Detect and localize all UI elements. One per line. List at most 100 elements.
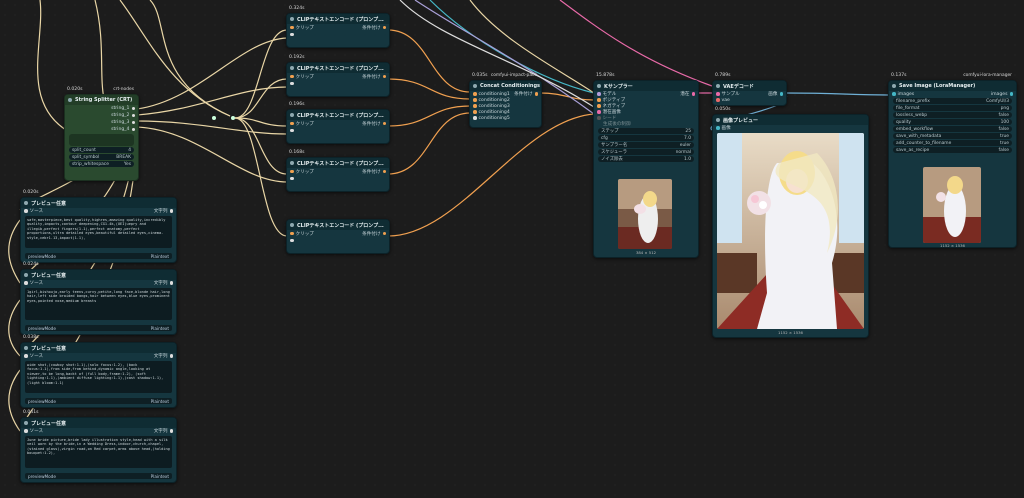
input-socket[interactable] <box>473 98 477 102</box>
output-socket[interactable] <box>131 113 135 118</box>
node-title[interactable]: Kサンプラー <box>594 81 698 91</box>
preview-mode-widget[interactable]: previewMode Plaintext <box>25 325 172 331</box>
preview-text[interactable]: wide shot,(cowboy shot:1.1),(solo focus:… <box>25 361 172 393</box>
input-socket[interactable] <box>290 238 294 243</box>
output-socket[interactable] <box>779 92 783 96</box>
output-socket[interactable] <box>691 92 695 96</box>
save-with-metadata-widget[interactable]: save_with_metadata true <box>893 133 1012 139</box>
input-socket[interactable] <box>290 121 294 126</box>
input-socket[interactable] <box>473 110 477 114</box>
output-socket[interactable] <box>131 106 135 111</box>
node-title[interactable]: CLIPテキストエンコード (プロンプ... <box>287 63 389 73</box>
denoise-widget[interactable]: ノイズ除去 1.0 <box>598 156 694 162</box>
output-socket[interactable] <box>169 429 173 433</box>
preview-text[interactable]: safe,masterpiece,best quality,highres,am… <box>25 216 172 248</box>
node-title[interactable]: VAEデコード <box>713 81 786 91</box>
clip-text-encode-node[interactable]: CLIPテキストエンコード (プロンプ... クリップ 条件付け <box>286 219 390 254</box>
input-socket[interactable] <box>892 92 896 96</box>
filename-prefix-widget[interactable]: filename_prefix ComfyUI/3 <box>893 98 1012 104</box>
output-socket[interactable] <box>382 121 386 126</box>
concat-conditionings-node[interactable]: 0.035s comfyui-impact-pack Concat Condit… <box>469 73 542 128</box>
clip-text-encode-node[interactable]: 0.168s CLIPテキストエンコード (プロンプ... クリップ 条件付け <box>286 150 390 192</box>
node-title[interactable]: プレビュー任意 <box>21 343 176 353</box>
preview-mode-widget[interactable]: previewMode Plaintext <box>25 398 172 404</box>
node-title[interactable]: プレビュー任意 <box>21 418 176 428</box>
input-socket[interactable] <box>24 209 28 213</box>
node-title[interactable]: String Splitter (CRT) <box>65 95 138 105</box>
add-counter-widget[interactable]: add_counter_to_filename true <box>893 140 1012 146</box>
preview-text[interactable]: June bride picture,bride lady illustrati… <box>25 436 172 468</box>
node-title[interactable]: Save Image (LoraManager) <box>889 81 1016 91</box>
text-input-area[interactable] <box>69 134 134 146</box>
input-socket[interactable] <box>290 25 294 30</box>
input-socket[interactable] <box>290 231 294 236</box>
input-socket[interactable] <box>597 110 601 114</box>
node-title[interactable]: CLIPテキストエンコード (プロンプ... <box>287 158 389 168</box>
preview-any-node[interactable]: 0.024s プレビュー任意 ソース 文字列 1girl,bishoujo,ear… <box>20 262 177 335</box>
input-socket[interactable] <box>716 98 720 102</box>
output-socket[interactable] <box>382 231 386 236</box>
node-title[interactable]: Concat Conditionings <box>470 81 541 91</box>
strip-whitespace-widget[interactable]: strip_whitespace Yes <box>69 161 134 167</box>
save-as-recipe-widget[interactable]: save_as_recipe false <box>893 147 1012 153</box>
output-socket[interactable] <box>169 281 173 285</box>
clip-text-encode-node[interactable]: 0.196s CLIPテキストエンコード (プロンプ... クリップ 条件付け <box>286 102 390 144</box>
preview-image-node[interactable]: 0.050s 画像プレビュー 画像 1152 × 1536 <box>712 107 869 338</box>
input-socket[interactable] <box>716 126 720 130</box>
split-count-widget[interactable]: split_count 4 <box>69 147 134 153</box>
node-title[interactable]: プレビュー任意 <box>21 270 176 280</box>
input-socket[interactable] <box>24 281 28 285</box>
string-splitter-node[interactable]: 0.020s crt-nodes String Splitter (CRT) s… <box>64 87 139 181</box>
preview-mode-widget[interactable]: previewMode Plaintext <box>25 253 172 259</box>
input-socket[interactable] <box>597 104 601 108</box>
clip-text-encode-node[interactable]: 0.192s CLIPテキストエンコード (プロンプ... クリップ 条件付け <box>286 55 390 97</box>
input-socket[interactable] <box>290 32 294 37</box>
collapse-dot-icon[interactable] <box>68 98 72 102</box>
input-socket[interactable] <box>473 104 477 108</box>
node-title[interactable]: CLIPテキストエンコード (プロンプ... <box>287 14 389 24</box>
input-socket[interactable] <box>597 98 601 102</box>
steps-widget[interactable]: ステップ 25 <box>598 128 694 134</box>
input-socket[interactable] <box>473 92 477 96</box>
preview-mode-widget[interactable]: previewMode Plaintext <box>25 473 172 479</box>
input-socket[interactable] <box>290 74 294 79</box>
output-socket[interactable] <box>382 169 386 174</box>
node-title[interactable]: プレビュー任意 <box>21 198 176 208</box>
input-socket[interactable] <box>290 169 294 174</box>
preview-any-node[interactable]: 0.020s プレビュー任意 ソース 文字列 safe,masterpiece,b… <box>20 190 177 263</box>
lossless-webp-widget[interactable]: lossless_webp false <box>893 112 1012 118</box>
split-symbol-widget[interactable]: split_symbol BREAK <box>69 154 134 160</box>
preview-any-node[interactable]: 0.041s プレビュー任意 ソース 文字列 June bride picture… <box>20 410 177 483</box>
node-title[interactable]: CLIPテキストエンコード (プロンプ... <box>287 220 389 230</box>
output-socket[interactable] <box>169 209 173 213</box>
input-socket[interactable] <box>597 116 601 120</box>
node-title[interactable]: 画像プレビュー <box>713 115 868 125</box>
node-title[interactable]: CLIPテキストエンコード (プロンプ... <box>287 110 389 120</box>
scheduler-widget[interactable]: スケジューラ normal <box>598 149 694 155</box>
save-image-node[interactable]: 0.137s comfyui-lora-manager Save Image (… <box>888 73 1017 248</box>
input-socket[interactable] <box>473 116 477 120</box>
output-socket[interactable] <box>131 127 135 132</box>
quality-widget[interactable]: quality 100 <box>893 119 1012 125</box>
ksampler-node[interactable]: 15.878s Kサンプラー モデル 潜在 ポジティブ ネガティブ 潜在画像 シー… <box>593 73 699 258</box>
input-socket[interactable] <box>24 354 28 358</box>
output-socket[interactable] <box>131 120 135 125</box>
output-socket[interactable] <box>534 92 538 96</box>
input-socket[interactable] <box>290 176 294 181</box>
input-socket[interactable] <box>290 128 294 133</box>
vae-decode-node[interactable]: 0.789s VAEデコード サンプル 画像 vae <box>712 73 787 106</box>
output-socket[interactable] <box>382 74 386 79</box>
sampler-name-widget[interactable]: サンプラー名 euler <box>598 142 694 148</box>
input-socket[interactable] <box>716 92 720 96</box>
embed-workflow-widget[interactable]: embed_workflow false <box>893 126 1012 132</box>
cfg-widget[interactable]: cfg 7.0 <box>598 135 694 141</box>
clip-text-encode-node[interactable]: 0.324s CLIPテキストエンコード (プロンプ... クリップ 条件付け <box>286 6 390 48</box>
output-socket[interactable] <box>1009 92 1013 96</box>
preview-text[interactable]: 1girl,bishoujo,early teens,curvy,petite,… <box>25 288 172 320</box>
input-socket[interactable] <box>290 81 294 86</box>
preview-any-node[interactable]: 0.038s プレビュー任意 ソース 文字列 wide shot,(cowboy … <box>20 335 177 408</box>
input-socket[interactable] <box>24 429 28 433</box>
output-socket[interactable] <box>169 354 173 358</box>
output-socket[interactable] <box>382 25 386 30</box>
file-format-widget[interactable]: file_format png <box>893 105 1012 111</box>
